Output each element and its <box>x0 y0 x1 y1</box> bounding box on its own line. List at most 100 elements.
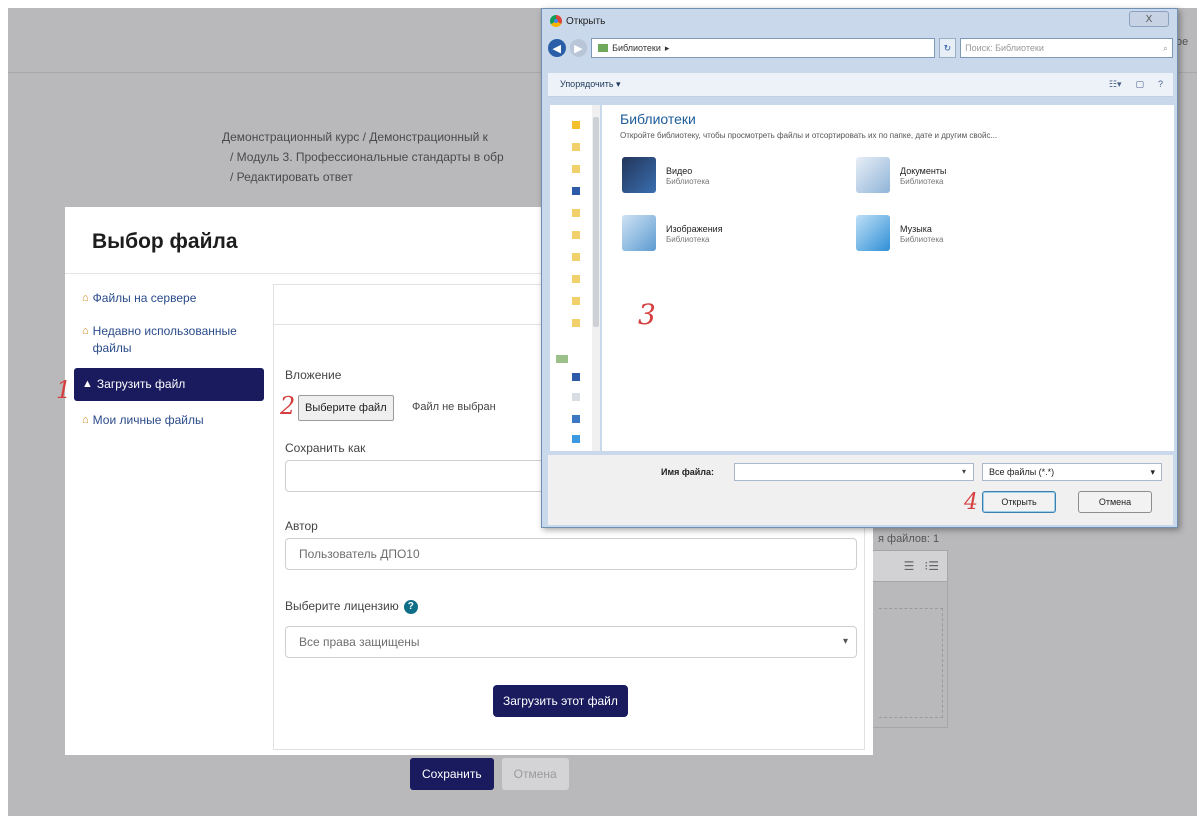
annotation-step-2: 2 <box>280 392 296 420</box>
library-name: Музыка <box>900 223 932 234</box>
list-view-icon[interactable]: ☰ <box>904 559 915 573</box>
view-options-icon[interactable]: ☷▾ <box>1109 79 1122 90</box>
chrome-icon <box>550 15 562 27</box>
chevron-down-icon[interactable]: ▾ <box>962 467 966 476</box>
library-item-icon[interactable] <box>572 373 580 381</box>
filetype-value: Все файлы (*.*) <box>989 467 1055 477</box>
organize-button[interactable]: Упорядочить ▾ <box>560 79 621 90</box>
folder-icon[interactable] <box>572 143 580 151</box>
author-label: Автор <box>285 519 318 533</box>
dialog-search-input[interactable]: Поиск: Библиотеки ⌕ <box>960 38 1173 58</box>
library-item-icon[interactable] <box>572 393 580 401</box>
library-item-icon[interactable] <box>572 415 580 423</box>
upload-icon: ▲ <box>82 378 93 390</box>
license-label: Выберите лицензию <box>285 599 399 613</box>
annotation-step-4: 4 <box>964 490 978 515</box>
breadcrumb-line-1[interactable]: Демонстрационный курс / Демонстрационный… <box>222 127 504 147</box>
folder-icon[interactable] <box>572 165 580 173</box>
open-file-dialog: Открыть X ◀ ▶ Библиотеки ▸ ↻ Поиск: Библ… <box>541 8 1178 528</box>
library-video[interactable]: Видео Библиотека <box>622 157 710 193</box>
libraries-description: Откройте библиотеку, чтобы просмотреть ф… <box>620 131 998 140</box>
annotation-step-1: 1 <box>56 376 72 404</box>
dialog-toolbar: Упорядочить ▾ ☷▾ ▢ ? <box>548 73 1173 97</box>
library-text: Документы Библиотека <box>900 165 946 186</box>
refresh-icon[interactable]: ↻ <box>938 38 957 58</box>
library-name: Изображения <box>666 223 723 234</box>
files-count-text: я файлов: 1 <box>878 533 940 545</box>
tree-view-icon[interactable]: ⁝☰ <box>924 559 939 573</box>
sidebar-item-recent-files[interactable]: ⌂ Недавно использованные файлы <box>74 318 264 362</box>
forward-icon[interactable]: ▶ <box>569 39 588 57</box>
folder-icon[interactable] <box>572 209 580 217</box>
help-icon[interactable]: ? <box>1158 79 1163 90</box>
library-type: Библиотека <box>900 234 944 244</box>
save-as-label: Сохранить как <box>285 441 366 455</box>
library-documents[interactable]: Документы Библиотека <box>856 157 946 193</box>
folder-icon[interactable] <box>572 319 580 327</box>
documents-library-icon <box>856 157 890 193</box>
folder-icon: ⌂ <box>82 325 89 337</box>
open-button[interactable]: Открыть <box>982 491 1056 513</box>
sidebar-item-server-files[interactable]: ⌂ Файлы на сервере <box>74 285 264 312</box>
folder-icon[interactable] <box>572 253 580 261</box>
folder-icon[interactable] <box>572 275 580 283</box>
desktop-icon[interactable] <box>572 187 580 195</box>
filename-input[interactable] <box>734 463 974 481</box>
preview-pane-icon[interactable]: ▢ <box>1135 79 1144 90</box>
pictures-library-icon <box>622 215 656 251</box>
cancel-button[interactable]: Отмена <box>501 758 569 790</box>
dialog-footer: Имя файла: ▾ Все файлы (*.*) ▾ Открыть О… <box>548 455 1173 525</box>
license-selected-value: Все права защищены <box>299 635 420 649</box>
breadcrumb-line-3[interactable]: / Редактировать ответ <box>222 167 504 187</box>
folder-icon[interactable] <box>572 231 580 239</box>
form-actions: Сохранить Отмена <box>410 758 569 790</box>
sidebar-item-label: Мои личные файлы <box>92 413 204 427</box>
sidebar-item-private-files[interactable]: ⌂ Мои личные файлы <box>74 407 264 434</box>
help-icon[interactable]: ? <box>403 599 418 614</box>
chevron-right-icon: ▸ <box>664 42 670 53</box>
libraries-heading: Библиотеки <box>620 111 696 127</box>
author-field[interactable]: Пользователь ДПО10 <box>285 538 857 570</box>
library-type: Библиотека <box>666 234 710 244</box>
picker-title: Выбор файла <box>92 230 238 253</box>
library-type: Библиотека <box>666 176 710 186</box>
libraries-pane: Библиотеки Откройте библиотеку, чтобы пр… <box>602 105 1174 451</box>
attachment-label: Вложение <box>285 368 342 382</box>
library-music[interactable]: Музыка Библиотека <box>856 215 944 251</box>
address-path: Библиотеки <box>612 43 661 53</box>
tree-scrollbar-thumb[interactable] <box>593 117 599 327</box>
library-text: Видео Библиотека <box>666 165 710 186</box>
navigation-pane <box>550 105 600 451</box>
dialog-cancel-button[interactable]: Отмена <box>1078 491 1152 513</box>
breadcrumb-line-2[interactable]: / Модуль 3. Профессиональные стандарты в… <box>222 147 504 167</box>
toolbar-right-group: ☷▾ ▢ ? <box>1109 79 1163 90</box>
close-button[interactable]: X <box>1129 11 1169 27</box>
favorites-star-icon[interactable] <box>572 121 580 129</box>
sidebar-item-label: Недавно использованные файлы <box>92 324 237 355</box>
files-area <box>872 582 948 728</box>
address-bar[interactable]: Библиотеки ▸ <box>591 38 935 58</box>
library-name: Видео <box>666 165 693 176</box>
filetype-select[interactable]: Все файлы (*.*) ▾ <box>982 463 1162 481</box>
save-button[interactable]: Сохранить <box>410 758 494 790</box>
library-item-icon[interactable] <box>572 435 580 443</box>
breadcrumb: Демонстрационный курс / Демонстрационный… <box>222 127 504 187</box>
choose-file-button[interactable]: Выберите файл <box>298 395 394 421</box>
folder-icon: ⌂ <box>82 292 89 304</box>
file-drop-zone[interactable] <box>879 608 943 718</box>
libraries-folder-icon <box>598 44 609 52</box>
back-icon[interactable]: ◀ <box>548 39 566 57</box>
license-select[interactable]: Все права защищены ▾ <box>285 626 857 658</box>
library-type: Библиотека <box>900 176 944 186</box>
library-pictures[interactable]: Изображения Библиотека <box>622 215 723 251</box>
folder-icon[interactable] <box>572 297 580 305</box>
music-library-icon <box>856 215 890 251</box>
sidebar-item-label: Файлы на сервере <box>92 291 197 305</box>
navigation-bar: ◀ ▶ Библиотеки ▸ ↻ Поиск: Библиотеки ⌕ <box>548 35 1173 61</box>
files-manager-panel: я файлов: 1 ☰ ⁝☰ <box>872 530 950 730</box>
sidebar-item-upload-file[interactable]: ▲ Загрузить файл <box>74 368 264 401</box>
library-name: Документы <box>900 165 947 176</box>
sidebar-item-label: Загрузить файл <box>96 377 186 391</box>
upload-file-button[interactable]: Загрузить этот файл <box>493 685 628 717</box>
libraries-icon[interactable] <box>556 355 568 363</box>
